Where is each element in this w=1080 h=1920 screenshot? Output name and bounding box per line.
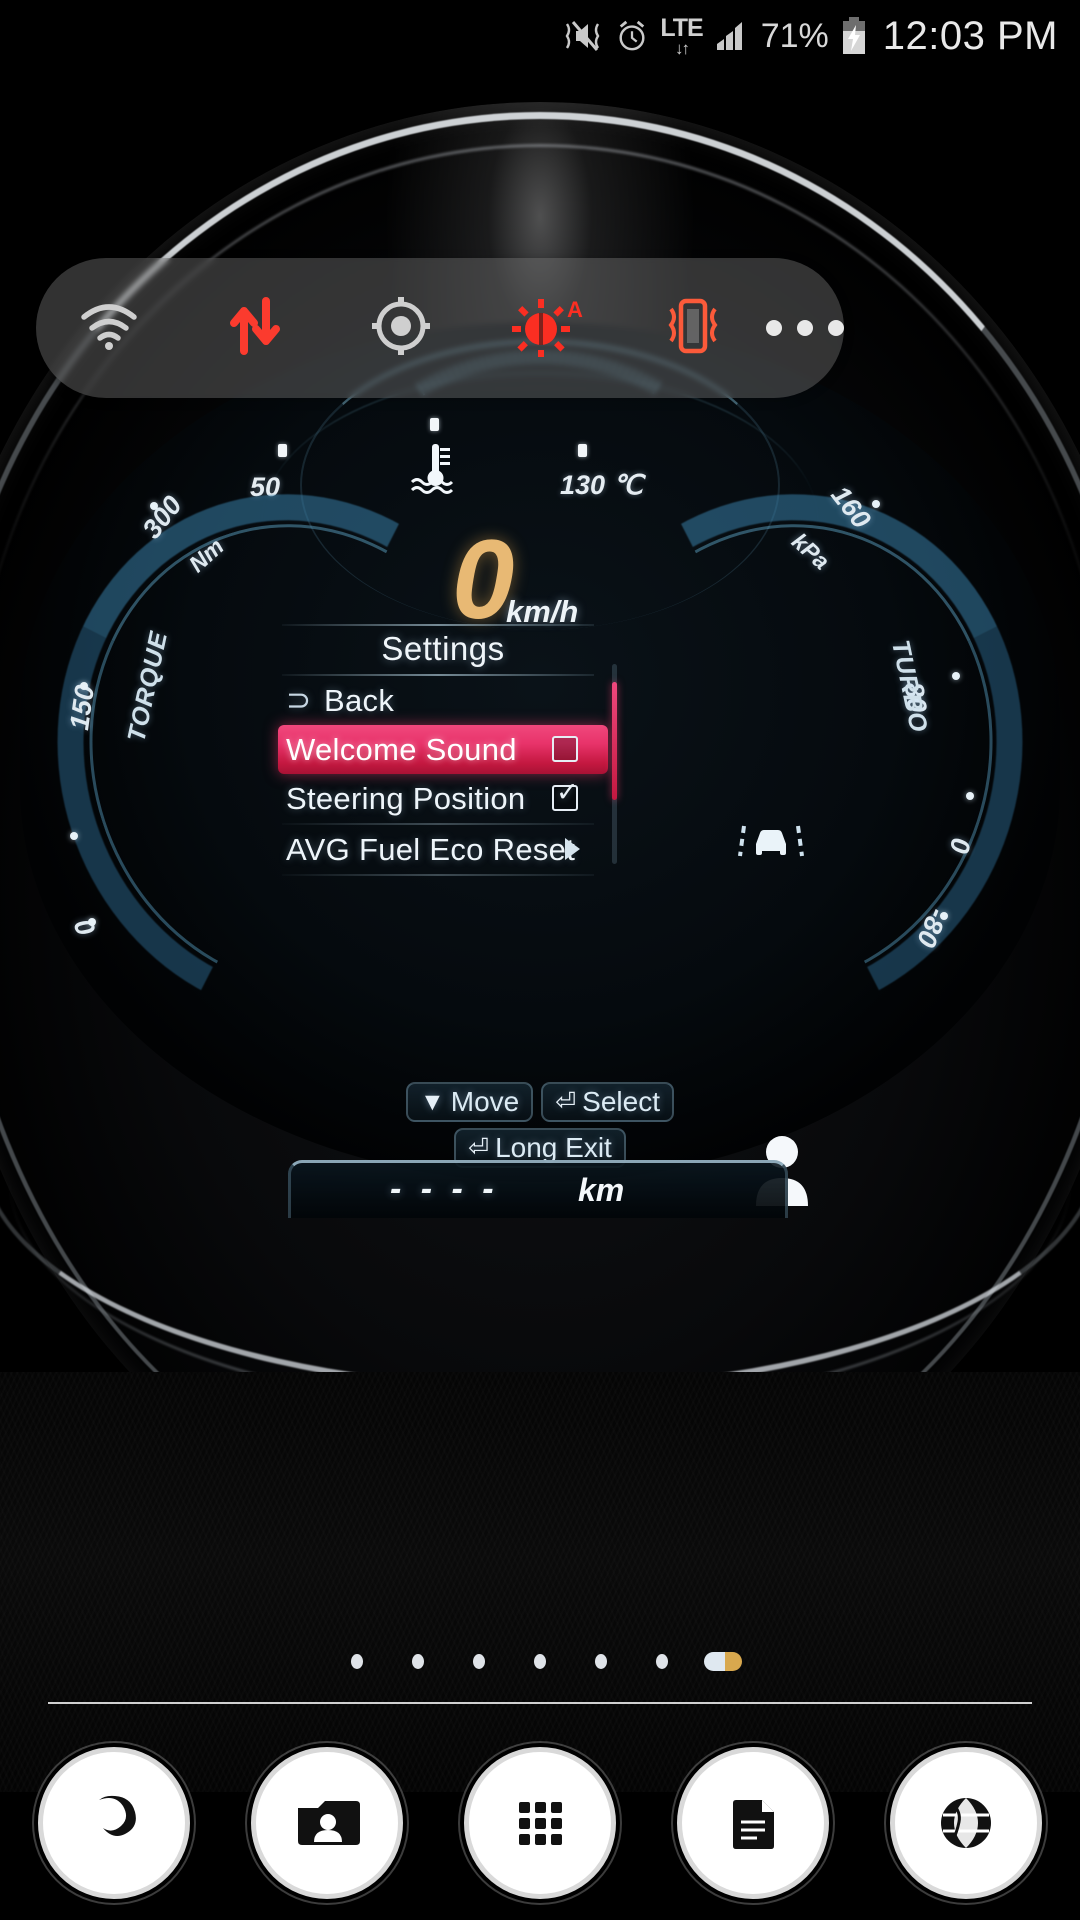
more-dot-1 xyxy=(766,320,782,336)
welcome-sound-checkbox[interactable] xyxy=(552,736,578,762)
data-arrows-icon: ↓↑ xyxy=(675,38,690,58)
turbo-dot-3 xyxy=(966,792,974,800)
page-dot-2[interactable] xyxy=(388,1654,449,1669)
contacts-icon xyxy=(292,1788,362,1858)
cluster-softkeys: ▼ Move ⏎ Select ⏎ Long Exit xyxy=(320,1082,760,1168)
quick-toggle-wifi[interactable] xyxy=(36,258,182,398)
softkey-select[interactable]: ⏎ Select xyxy=(541,1082,674,1122)
auto-brightness-icon: A xyxy=(511,295,583,362)
quick-toggle-location[interactable] xyxy=(328,258,474,398)
menu-row-steering-position[interactable]: Steering Position xyxy=(278,774,608,823)
page-dot xyxy=(656,1654,668,1669)
menu-row-back[interactable]: ⊃ Back xyxy=(278,676,608,725)
triangle-down-icon: ▼ xyxy=(420,1087,445,1116)
page-dot-5[interactable] xyxy=(571,1654,632,1669)
wifi-icon xyxy=(78,301,140,356)
page-dot xyxy=(534,1654,546,1669)
menu-scrollbar[interactable] xyxy=(612,664,617,864)
torque-dot-4 xyxy=(88,918,96,926)
battery-percent-label: 71% xyxy=(760,16,829,55)
temp-max-label: 130 ℃ xyxy=(560,470,643,500)
menu-row-label: Back xyxy=(324,682,395,718)
temp-tick-dot-right xyxy=(578,444,587,457)
dock-separator xyxy=(48,1702,1032,1704)
lte-icon: LTE ↓↑ xyxy=(660,13,703,58)
dock-item-phone[interactable] xyxy=(38,1747,191,1899)
back-arrow-icon: ⊃ xyxy=(286,684,312,717)
vibrate-icon xyxy=(657,295,729,362)
softkey-move[interactable]: ▼ Move xyxy=(406,1082,534,1122)
odometer-unit: km xyxy=(578,1172,625,1208)
page-indicator xyxy=(0,1652,1080,1671)
odometer-panel xyxy=(288,1160,788,1218)
status-bar[interactable]: LTE ↓↑ 71% 12:03 PM xyxy=(0,0,1080,72)
browser-icon xyxy=(931,1788,1001,1858)
page-dot xyxy=(351,1654,363,1669)
page-dot xyxy=(595,1654,607,1669)
chevron-right-icon xyxy=(565,838,580,860)
page-dot-7-active[interactable] xyxy=(693,1652,754,1671)
home-screen: 50 130 ℃ 300 Nm 150 0 TORQUE 160 kPa 80 … xyxy=(0,0,1080,1920)
apps-grid-icon xyxy=(505,1788,575,1858)
vibrate-mute-icon xyxy=(564,19,604,53)
enter-key-icon: ⏎ xyxy=(468,1134,490,1162)
page-dot xyxy=(473,1654,485,1669)
signal-bars-icon xyxy=(715,20,749,52)
menu-row-welcome-sound[interactable]: Welcome Sound xyxy=(278,725,608,774)
enter-key-icon: ⏎ xyxy=(555,1088,577,1116)
data-transfer-icon xyxy=(224,295,286,362)
quick-toggle-vibrate[interactable] xyxy=(620,258,766,398)
alarm-icon xyxy=(616,20,648,52)
more-dot-3 xyxy=(828,320,844,336)
menu-row-label: AVG Fuel Eco Reset xyxy=(286,831,576,867)
dock-item-messages[interactable] xyxy=(676,1747,829,1899)
clock-label: 12:03 PM xyxy=(882,13,1058,58)
softkey-row-top: ▼ Move ⏎ Select xyxy=(406,1082,674,1122)
messages-icon xyxy=(718,1788,788,1858)
page-dot xyxy=(412,1654,424,1669)
phone-icon xyxy=(79,1788,149,1858)
torque-tick-150: 150 xyxy=(64,683,101,732)
page-dot-6[interactable] xyxy=(632,1654,693,1669)
softkey-label: Move xyxy=(450,1086,520,1117)
temp-tick-dot-left xyxy=(278,444,287,457)
dock-bar xyxy=(0,1726,1080,1920)
menu-divider-bottom xyxy=(282,874,594,876)
lane-assist-icon xyxy=(738,816,804,864)
cluster-settings-menu: Settings ⊃ Back Welcome Sound Steering P… xyxy=(278,624,608,876)
dock-item-contacts[interactable] xyxy=(251,1747,404,1899)
location-icon xyxy=(370,295,432,362)
lte-label: LTE xyxy=(660,13,703,42)
odometer-value: - - - - xyxy=(390,1170,499,1208)
softkey-label: Select xyxy=(582,1086,660,1117)
quick-settings-panel[interactable]: A xyxy=(36,258,844,398)
turbo-dot-1 xyxy=(872,500,880,508)
page-dot-3[interactable] xyxy=(449,1654,510,1669)
quick-settings-more-button[interactable] xyxy=(766,320,864,336)
menu-row-avg-fuel-eco-reset[interactable]: AVG Fuel Eco Reset xyxy=(278,825,608,874)
quick-toggle-auto-brightness[interactable]: A xyxy=(474,258,620,398)
quick-toggle-mobile-data[interactable] xyxy=(182,258,328,398)
turbo-dot-2 xyxy=(952,672,960,680)
menu-scrollbar-thumb[interactable] xyxy=(612,682,617,800)
more-dot-2 xyxy=(797,320,813,336)
battery-charging-icon xyxy=(841,17,867,55)
dock-item-browser[interactable] xyxy=(889,1747,1042,1899)
page-dot-1[interactable] xyxy=(327,1654,388,1669)
page-dot-4[interactable] xyxy=(510,1654,571,1669)
dock-item-apps[interactable] xyxy=(463,1747,616,1899)
torque-dot-2 xyxy=(80,682,88,690)
menu-title: Settings xyxy=(381,630,505,667)
page-dot-active xyxy=(704,1652,742,1671)
turbo-dot-4 xyxy=(940,912,948,920)
steering-position-checkbox[interactable] xyxy=(552,779,579,811)
temp-tick-dot-mid xyxy=(430,418,439,431)
coolant-temp-icon xyxy=(410,442,460,498)
speed-value: 0 xyxy=(452,517,514,642)
svg-text:A: A xyxy=(567,297,583,322)
torque-dot-1 xyxy=(150,502,158,510)
torque-dot-3 xyxy=(70,832,78,840)
